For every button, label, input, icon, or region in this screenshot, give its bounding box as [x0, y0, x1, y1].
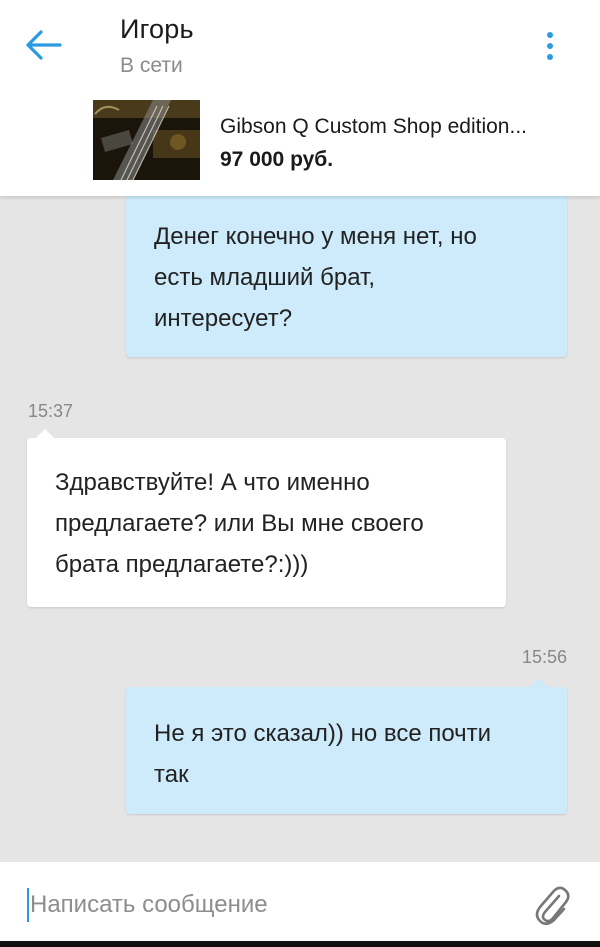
arrow-left-icon [26, 30, 62, 60]
message-line: Здравствуйте! А что именно [55, 469, 370, 496]
message-line: так [154, 761, 189, 788]
incoming-message[interactable]: Здравствуйте! А что именно предлагаете? … [27, 438, 506, 607]
listing-thumbnail [93, 100, 200, 180]
paperclip-icon [535, 886, 570, 926]
back-button[interactable] [20, 24, 66, 66]
more-options-button[interactable] [530, 26, 570, 66]
guitar-photo [93, 100, 200, 180]
message-line: Денег конечно у меня нет, но [154, 223, 477, 250]
message-line: интересует? [154, 305, 293, 332]
more-vertical-icon [547, 32, 553, 38]
message-line: есть младший брат, [154, 264, 376, 291]
outgoing-message[interactable]: Денег конечно у меня нет, но есть младши… [126, 196, 567, 357]
listing-title: Gibson Q Custom Shop edition... [220, 115, 527, 138]
attach-button[interactable] [533, 884, 573, 928]
message-line: предлагаете? или Вы мне своего [55, 510, 424, 537]
listing-price: 97 000 руб. [220, 148, 334, 171]
message-composer [0, 862, 600, 947]
message-line: Не я это сказал)) но все почти [154, 720, 492, 747]
system-nav-bar [0, 941, 600, 947]
outgoing-message[interactable]: Не я это сказал)) но все почти так [126, 687, 567, 814]
contact-name[interactable]: Игорь [120, 14, 194, 45]
message-timestamp: 15:37 [28, 401, 74, 421]
contact-status: В сети [120, 54, 183, 77]
chat-header: Игорь В сети Gibson Q Custom Shop editio… [0, 0, 600, 196]
text-caret [27, 888, 29, 922]
listing-card[interactable]: Gibson Q Custom Shop edition... 97 000 р… [93, 100, 573, 182]
message-input[interactable] [30, 884, 510, 926]
message-line: брата предлагаете?:))) [55, 551, 309, 578]
message-timestamp: 15:56 [522, 647, 568, 667]
